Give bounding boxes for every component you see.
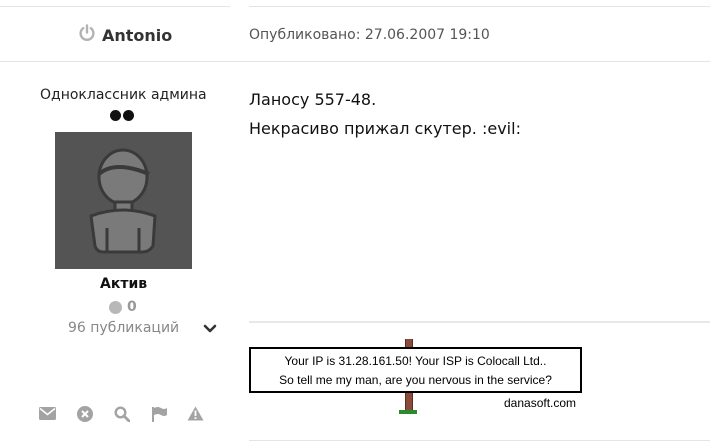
signature-image: Your IP is 31.28.161.50! Your ISP is Col… [249, 347, 582, 393]
avatar[interactable] [55, 132, 192, 269]
bottom-divider [249, 440, 710, 441]
user-status: Актив [100, 276, 148, 292]
signature-line: So tell me my man, are you nervous in th… [279, 373, 552, 387]
top-divider-right [249, 6, 710, 7]
default-avatar-icon [89, 148, 157, 254]
reputation-value: 0 [127, 299, 137, 315]
post-message-line: Ланосу 557-48. [249, 90, 377, 109]
user-rank: Одноклассник админа [40, 87, 207, 103]
rank-pips [110, 110, 134, 121]
post-message-line: Некрасиво прижал скутер. :evil: [249, 119, 521, 138]
header-divider [0, 61, 710, 62]
rank-pip [123, 110, 134, 121]
signature-site: danasoft.com [504, 396, 577, 410]
signature-divider [249, 321, 710, 323]
reputation-dot-icon [109, 300, 122, 314]
author-name-link[interactable]: Antonio [102, 26, 172, 45]
flag-icon[interactable] [149, 404, 168, 423]
signature-grass [399, 410, 417, 414]
reputation: 0 [109, 299, 137, 315]
chevron-down-icon[interactable] [203, 320, 217, 339]
rank-pip [110, 110, 121, 121]
post-date: Опубликовано: 27.06.2007 19:10 [249, 27, 490, 43]
top-divider-left [0, 6, 230, 7]
warning-icon[interactable] [186, 404, 205, 423]
post-author: Antonio [78, 24, 172, 46]
close-circle-icon[interactable] [75, 404, 94, 423]
post-count: 96 публикаций [68, 320, 180, 336]
envelope-icon[interactable] [38, 404, 57, 423]
power-icon [78, 24, 96, 46]
post-actions [38, 404, 205, 423]
signature-line: Your IP is 31.28.161.50! Your ISP is Col… [284, 354, 547, 368]
search-icon[interactable] [112, 404, 131, 423]
